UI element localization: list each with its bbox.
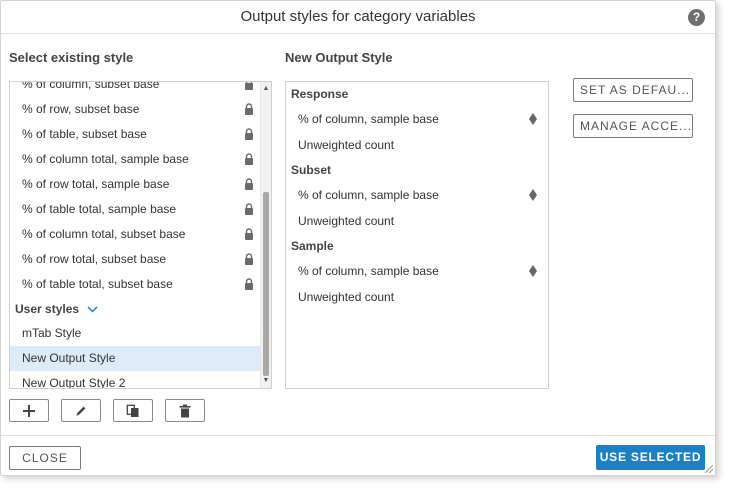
preview-item-label: % of column, sample base [298,188,439,202]
list-item-label: mTab Style [22,326,82,340]
scroll-down-arrow-icon[interactable]: ▼ [261,376,271,386]
resize-grip-icon[interactable] [705,465,713,473]
preview-group-title: Response [291,87,349,101]
list-item-label: % of table total, sample base [22,202,177,216]
list-item-label: % of column total, subset base [22,227,186,241]
select-existing-style-label: Select existing style [9,50,134,65]
trash-icon [179,404,191,417]
preview-group-response: Response % of column, sample base Unweig… [286,82,548,158]
lock-icon [245,278,253,290]
lock-icon [245,103,253,115]
list-item-label: % of row total, subset base [22,252,167,266]
preview-item: % of column, sample base [286,106,548,132]
close-button[interactable]: CLOSE [9,446,81,470]
list-item[interactable]: % of table total, subset base [10,272,262,297]
list-item[interactable]: % of row total, sample base [10,172,262,197]
preview-item-label: % of column, sample base [298,112,439,126]
list-item[interactable]: % of table, subset base [10,122,262,147]
list-item[interactable]: % of row, subset base [10,97,262,122]
style-list-scrollbar[interactable]: ▲ ▼ [260,82,271,388]
preview-item: Unweighted count [286,208,548,234]
list-item-label: New Output Style [22,351,116,365]
dialog-footer: CLOSE USE SELECTED [1,435,715,476]
diamond-icon [529,113,537,125]
list-item[interactable]: % of column, subset base [10,81,262,97]
diamond-icon [529,189,537,201]
delete-style-button[interactable] [165,399,205,422]
preview-item: % of column, sample base [286,182,548,208]
list-item-label: % of row, subset base [22,102,140,116]
preview-item: Unweighted count [286,284,548,310]
style-list[interactable]: % of column, subset base % of row, subse… [9,81,272,389]
preview-group-title: Subset [291,163,332,177]
list-item-label: % of column total, sample base [22,152,189,166]
preview-item-label: % of column, sample base [298,264,439,278]
preview-style-label: New Output Style [285,50,393,65]
list-item[interactable]: % of row total, subset base [10,247,262,272]
lock-icon [245,178,253,190]
builtin-styles: % of column, subset base % of row, subse… [10,81,262,297]
preview-item-label: Unweighted count [298,138,395,152]
style-preview-panel: Response % of column, sample base Unweig… [285,81,549,389]
scroll-up-arrow-icon[interactable]: ▲ [261,84,271,94]
preview-item-label: Unweighted count [298,290,395,304]
lock-icon [245,203,253,215]
preview-item: Unweighted count [286,132,548,158]
set-as-default-button[interactable]: SET AS DEFAU... [573,78,693,102]
user-style-item-selected[interactable]: New Output Style [10,346,262,371]
help-icon[interactable]: ? [688,9,705,26]
lock-icon [245,128,253,140]
manage-access-button[interactable]: MANAGE ACCE... [573,114,693,138]
lock-icon [245,228,253,240]
copy-style-button[interactable] [113,399,153,422]
list-item[interactable]: % of table total, sample base [10,197,262,222]
preview-group-sample: Sample % of column, sample base Unweight… [286,234,548,310]
scroll-thumb[interactable] [263,192,269,376]
user-styles-label: User styles [15,302,80,316]
list-item-label: % of row total, sample base [22,177,170,191]
list-item-label: New Output Style 2 [22,376,126,389]
preview-item: % of column, sample base [286,258,548,284]
diamond-icon [529,265,537,277]
lock-icon [245,82,253,90]
add-style-button[interactable] [9,399,49,422]
preview-group-title: Sample [291,239,334,253]
lock-icon [245,253,253,265]
user-style-item-mtab[interactable]: mTab Style [10,321,262,346]
copy-icon [126,404,139,417]
dialog-titlebar: Output styles for category variables ? [1,1,715,34]
user-style-item-new-2[interactable]: New Output Style 2 [10,371,262,389]
use-selected-button[interactable]: USE SELECTED [596,445,705,470]
list-item-label: % of column, subset base [22,81,160,91]
list-item[interactable]: % of column total, sample base [10,147,262,172]
list-item[interactable]: % of column total, subset base [10,222,262,247]
user-styles-group-header[interactable]: User styles [10,297,262,321]
preview-item-label: Unweighted count [298,214,395,228]
list-item-label: % of table, subset base [22,127,147,141]
lock-icon [245,153,253,165]
pencil-icon [76,406,86,416]
preview-group-subset: Subset % of column, sample base Unweight… [286,158,548,234]
dialog-title: Output styles for category variables [240,8,476,25]
output-styles-dialog: Output styles for category variables ? S… [0,0,716,476]
edit-style-button[interactable] [61,399,101,422]
style-list-content: % of column, subset base % of row, subse… [10,81,262,389]
chevron-down-icon [87,306,98,313]
plus-icon [23,404,35,417]
list-item-label: % of table total, subset base [22,277,173,291]
